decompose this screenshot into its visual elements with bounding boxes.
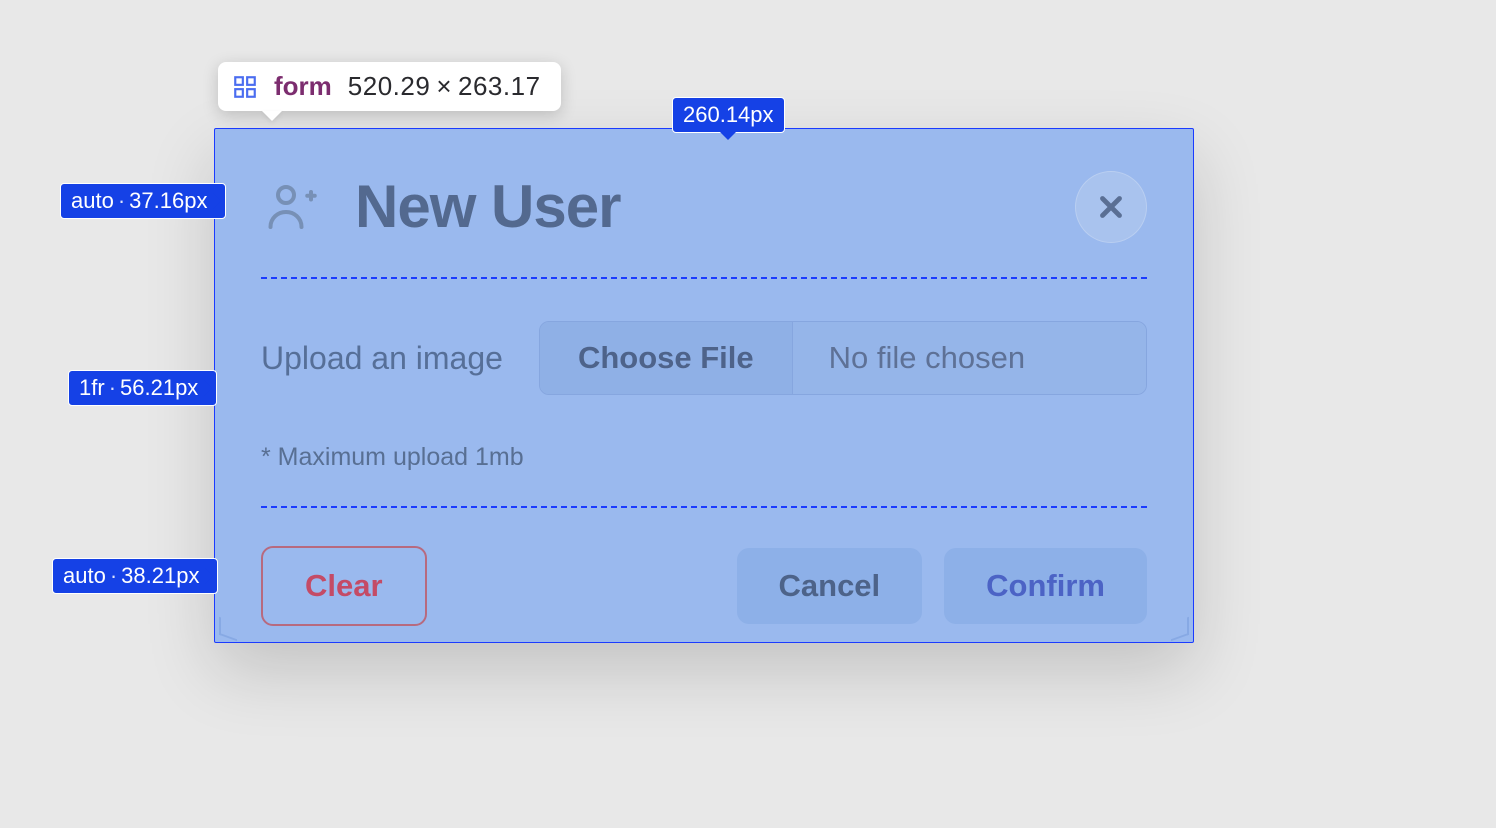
upload-label: Upload an image [261, 340, 503, 377]
close-icon [1094, 190, 1128, 224]
choose-file-button[interactable]: Choose File [540, 322, 793, 394]
devtools-element-tooltip: form 520.29×263.17 [218, 62, 561, 111]
new-user-form: New User Upload an image Choose File No … [214, 128, 1194, 643]
user-plus-icon [261, 177, 321, 237]
devtools-row-size-pill: 1fr·56.21px [68, 370, 217, 406]
file-status-text: No file chosen [793, 322, 1146, 394]
form-title: New User [355, 177, 620, 237]
form-footer: Clear Cancel Confirm [261, 542, 1147, 626]
file-input[interactable]: Choose File No file chosen [539, 321, 1147, 395]
devtools-tag-name: form [274, 71, 332, 102]
clear-button[interactable]: Clear [261, 546, 427, 626]
devtools-dimensions: 520.29×263.17 [348, 71, 541, 102]
cancel-button[interactable]: Cancel [737, 548, 923, 624]
upload-row: Upload an image Choose File No file chos… [261, 321, 1147, 395]
upload-hint: * Maximum upload 1mb [261, 443, 1147, 472]
form-header: New User [261, 171, 1147, 243]
close-button[interactable] [1075, 171, 1147, 243]
form-body: Upload an image Choose File No file chos… [261, 277, 1147, 508]
grid-icon [232, 74, 258, 100]
devtools-row-size-pill: auto·38.21px [52, 558, 218, 594]
devtools-row-size-pill: auto·37.16px [60, 183, 226, 219]
confirm-button[interactable]: Confirm [944, 548, 1147, 624]
devtools-column-width-pill: 260.14px [672, 97, 785, 133]
